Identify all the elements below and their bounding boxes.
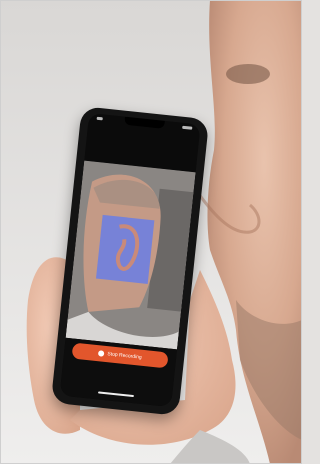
record-icon bbox=[98, 350, 105, 357]
status-time-indicator bbox=[96, 116, 103, 121]
home-indicator[interactable] bbox=[97, 391, 134, 398]
stop-recording-label: Stop Recording bbox=[107, 351, 142, 361]
status-battery-indicator bbox=[182, 125, 193, 130]
camera-feed bbox=[65, 160, 196, 350]
stop-recording-button[interactable]: Stop Recording bbox=[71, 342, 169, 369]
phone-screen: Stop Recording bbox=[59, 112, 201, 408]
camera-view bbox=[65, 160, 196, 350]
photo-scene: Stop Recording bbox=[0, 0, 302, 464]
person-eye bbox=[226, 64, 270, 84]
app-control-bar: Stop Recording bbox=[59, 337, 178, 408]
phone-notch bbox=[124, 116, 165, 129]
